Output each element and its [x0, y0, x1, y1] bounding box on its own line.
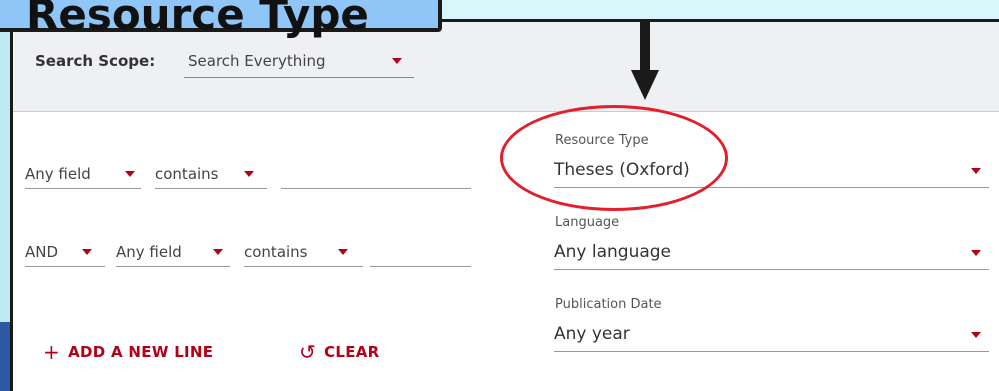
language-label: Language [555, 215, 620, 230]
callout-banner: Resource Type [0, 0, 442, 36]
resource-type-value: Theses (Oxford) [554, 160, 690, 180]
chevron-down-icon [244, 171, 254, 177]
row2-field-select[interactable]: Any field [116, 237, 230, 267]
publication-date-select[interactable]: Any year [554, 318, 989, 352]
row2-boolean-select[interactable]: AND [25, 237, 105, 267]
row1-field-select[interactable]: Any field [25, 159, 141, 189]
chevron-down-icon [392, 58, 402, 64]
row1-search-input[interactable] [281, 159, 471, 189]
add-new-line-button[interactable]: + ADD A NEW LINE [43, 340, 213, 364]
row2-boolean-value: AND [25, 243, 59, 261]
reset-icon: ↺ [299, 340, 317, 364]
arrow-head-icon [631, 70, 659, 100]
search-scope-label: Search Scope: [35, 52, 156, 70]
clear-label: CLEAR [324, 343, 380, 361]
search-scope-select[interactable]: Search Everything [184, 46, 414, 78]
resource-type-select[interactable]: Theses (Oxford) [554, 154, 989, 188]
row2-field-value: Any field [116, 243, 182, 261]
row2-operator-select[interactable]: contains [244, 237, 363, 267]
advanced-search-panel: Search Scope: Search Everything Any fiel… [10, 22, 999, 391]
add-new-line-label: ADD A NEW LINE [68, 343, 214, 361]
row2-operator-value: contains [244, 243, 308, 261]
chevron-down-icon [971, 168, 981, 174]
callout-text: Resource Type [26, 0, 369, 39]
chevron-down-icon [213, 249, 223, 255]
row1-field-value: Any field [25, 165, 91, 183]
publication-date-value: Any year [554, 324, 630, 344]
chevron-down-icon [82, 249, 92, 255]
top-frame [432, 0, 999, 22]
row1-operator-value: contains [155, 165, 219, 183]
search-scope-value: Search Everything [188, 52, 326, 70]
chevron-down-icon [971, 250, 981, 256]
arrow-down-icon [640, 22, 650, 74]
resource-type-label: Resource Type [555, 133, 649, 148]
language-select[interactable]: Any language [554, 236, 989, 270]
plus-icon: + [43, 340, 61, 364]
row2-search-input[interactable] [370, 237, 471, 267]
chevron-down-icon [125, 171, 135, 177]
chevron-down-icon [971, 332, 981, 338]
publication-date-label: Publication Date [555, 297, 662, 312]
clear-button[interactable]: ↺ CLEAR [299, 340, 380, 364]
row1-operator-select[interactable]: contains [155, 159, 267, 189]
language-value: Any language [554, 242, 672, 262]
chevron-down-icon [338, 249, 348, 255]
